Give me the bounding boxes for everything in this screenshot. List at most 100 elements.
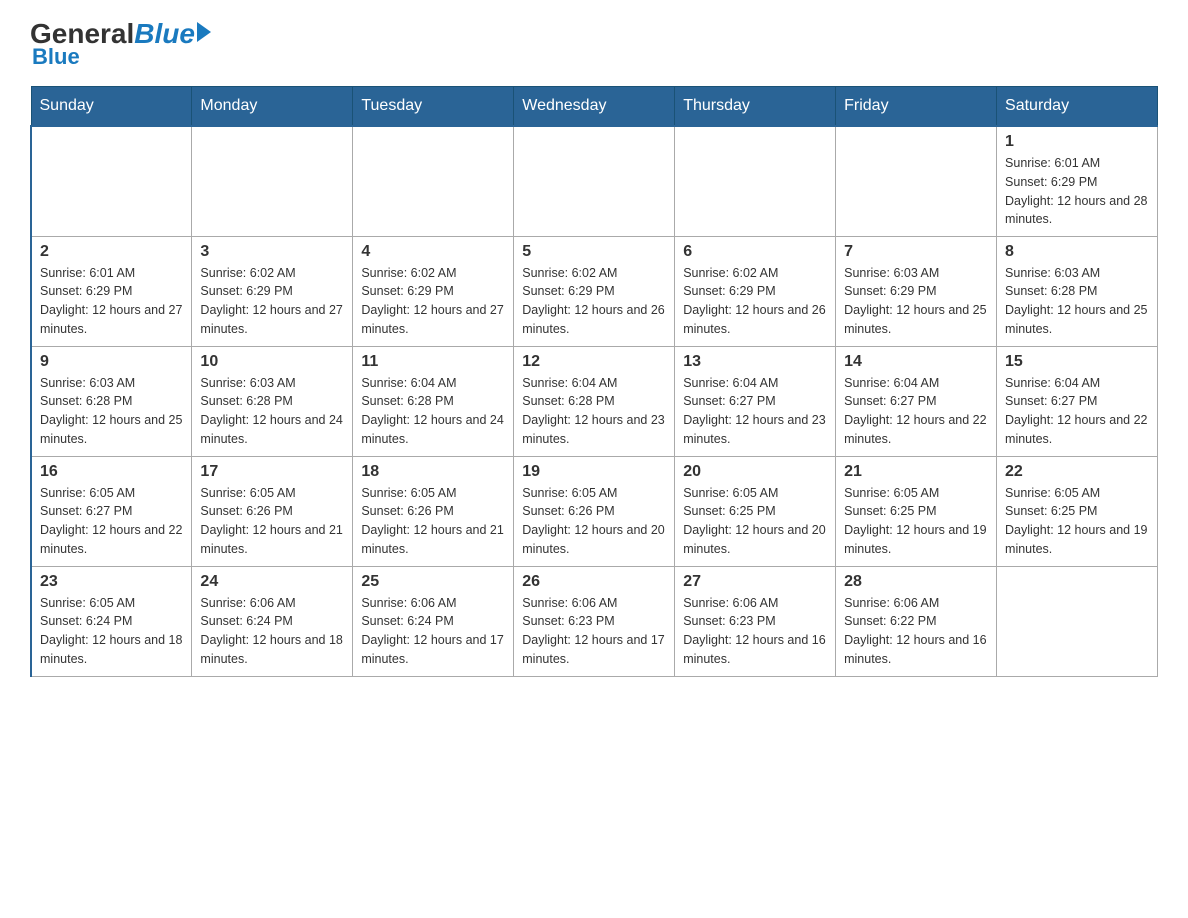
day-info: Sunrise: 6:04 AMSunset: 6:28 PMDaylight:… [522, 374, 666, 449]
calendar-cell [997, 566, 1158, 676]
calendar-cell: 24 Sunrise: 6:06 AMSunset: 6:24 PMDayligh… [192, 566, 353, 676]
calendar-cell: 15 Sunrise: 6:04 AMSunset: 6:27 PMDayligh… [997, 346, 1158, 456]
day-number: 26 [522, 573, 666, 591]
day-info: Sunrise: 6:04 AMSunset: 6:27 PMDaylight:… [1005, 374, 1149, 449]
day-info: Sunrise: 6:02 AMSunset: 6:29 PMDaylight:… [361, 264, 505, 339]
logo-subline: Blue [32, 44, 80, 70]
weekday-header-tuesday: Tuesday [353, 87, 514, 127]
day-number: 13 [683, 353, 827, 371]
calendar-cell: 6 Sunrise: 6:02 AMSunset: 6:29 PMDaylight… [675, 236, 836, 346]
calendar-cell [192, 126, 353, 236]
day-info: Sunrise: 6:01 AMSunset: 6:29 PMDaylight:… [40, 264, 183, 339]
day-info: Sunrise: 6:03 AMSunset: 6:28 PMDaylight:… [40, 374, 183, 449]
calendar-cell: 10 Sunrise: 6:03 AMSunset: 6:28 PMDayligh… [192, 346, 353, 456]
day-info: Sunrise: 6:03 AMSunset: 6:29 PMDaylight:… [844, 264, 988, 339]
day-info: Sunrise: 6:05 AMSunset: 6:25 PMDaylight:… [683, 484, 827, 559]
day-number: 19 [522, 463, 666, 481]
day-number: 8 [1005, 243, 1149, 261]
weekday-header-monday: Monday [192, 87, 353, 127]
calendar-cell: 8 Sunrise: 6:03 AMSunset: 6:28 PMDaylight… [997, 236, 1158, 346]
day-number: 12 [522, 353, 666, 371]
day-number: 10 [200, 353, 344, 371]
page-header: General Blue Blue [30, 20, 1158, 70]
week-row-1: 1 Sunrise: 6:01 AMSunset: 6:29 PMDaylight… [31, 126, 1158, 236]
calendar-cell: 13 Sunrise: 6:04 AMSunset: 6:27 PMDayligh… [675, 346, 836, 456]
week-row-3: 9 Sunrise: 6:03 AMSunset: 6:28 PMDaylight… [31, 346, 1158, 456]
day-number: 18 [361, 463, 505, 481]
calendar-cell: 4 Sunrise: 6:02 AMSunset: 6:29 PMDaylight… [353, 236, 514, 346]
calendar-cell: 14 Sunrise: 6:04 AMSunset: 6:27 PMDayligh… [836, 346, 997, 456]
day-number: 20 [683, 463, 827, 481]
calendar-cell [675, 126, 836, 236]
day-info: Sunrise: 6:05 AMSunset: 6:26 PMDaylight:… [361, 484, 505, 559]
calendar-cell: 23Sunrise: 6:05 AMSunset: 6:24 PMDayligh… [31, 566, 192, 676]
day-number: 1 [1005, 133, 1149, 151]
calendar-table: SundayMondayTuesdayWednesdayThursdayFrid… [30, 86, 1158, 677]
logo: General Blue Blue [30, 20, 211, 70]
day-number: 14 [844, 353, 988, 371]
day-info: Sunrise: 6:04 AMSunset: 6:27 PMDaylight:… [683, 374, 827, 449]
weekday-header-wednesday: Wednesday [514, 87, 675, 127]
logo-arrow-icon [197, 22, 211, 42]
calendar-cell: 21Sunrise: 6:05 AMSunset: 6:25 PMDayligh… [836, 456, 997, 566]
day-number: 28 [844, 573, 988, 591]
day-info: Sunrise: 6:04 AMSunset: 6:28 PMDaylight:… [361, 374, 505, 449]
day-number: 7 [844, 243, 988, 261]
calendar-cell: 26 Sunrise: 6:06 AMSunset: 6:23 PMDayligh… [514, 566, 675, 676]
day-info: Sunrise: 6:02 AMSunset: 6:29 PMDaylight:… [683, 264, 827, 339]
calendar-cell: 17 Sunrise: 6:05 AMSunset: 6:26 PMDayligh… [192, 456, 353, 566]
day-number: 22 [1005, 463, 1149, 481]
day-info: Sunrise: 6:02 AMSunset: 6:29 PMDaylight:… [200, 264, 344, 339]
day-number: 25 [361, 573, 505, 591]
day-number: 16 [40, 463, 183, 481]
day-info: Sunrise: 6:06 AMSunset: 6:23 PMDaylight:… [522, 594, 666, 669]
day-info: Sunrise: 6:05 AMSunset: 6:27 PMDaylight:… [40, 484, 183, 559]
calendar-cell: 2 Sunrise: 6:01 AMSunset: 6:29 PMDaylight… [31, 236, 192, 346]
weekday-header-sunday: Sunday [31, 87, 192, 127]
calendar-cell: 3 Sunrise: 6:02 AMSunset: 6:29 PMDaylight… [192, 236, 353, 346]
calendar-cell [514, 126, 675, 236]
day-number: 17 [200, 463, 344, 481]
day-number: 3 [200, 243, 344, 261]
day-info: Sunrise: 6:06 AMSunset: 6:22 PMDaylight:… [844, 594, 988, 669]
calendar-cell: 5Sunrise: 6:02 AMSunset: 6:29 PMDaylight… [514, 236, 675, 346]
week-row-4: 16 Sunrise: 6:05 AMSunset: 6:27 PMDayligh… [31, 456, 1158, 566]
day-info: Sunrise: 6:06 AMSunset: 6:24 PMDaylight:… [200, 594, 344, 669]
day-info: Sunrise: 6:06 AMSunset: 6:23 PMDaylight:… [683, 594, 827, 669]
day-info: Sunrise: 6:01 AMSunset: 6:29 PMDaylight:… [1005, 154, 1149, 229]
calendar-cell [31, 126, 192, 236]
day-number: 24 [200, 573, 344, 591]
weekday-header-row: SundayMondayTuesdayWednesdayThursdayFrid… [31, 87, 1158, 127]
day-number: 21 [844, 463, 988, 481]
day-info: Sunrise: 6:05 AMSunset: 6:25 PMDaylight:… [1005, 484, 1149, 559]
calendar-cell: 20 Sunrise: 6:05 AMSunset: 6:25 PMDayligh… [675, 456, 836, 566]
day-number: 15 [1005, 353, 1149, 371]
calendar-cell: 28 Sunrise: 6:06 AMSunset: 6:22 PMDayligh… [836, 566, 997, 676]
day-number: 6 [683, 243, 827, 261]
calendar-cell: 7 Sunrise: 6:03 AMSunset: 6:29 PMDaylight… [836, 236, 997, 346]
calendar-cell: 22 Sunrise: 6:05 AMSunset: 6:25 PMDayligh… [997, 456, 1158, 566]
calendar-cell: 12 Sunrise: 6:04 AMSunset: 6:28 PMDayligh… [514, 346, 675, 456]
day-info: Sunrise: 6:05 AMSunset: 6:26 PMDaylight:… [522, 484, 666, 559]
day-number: 9 [40, 353, 183, 371]
day-number: 4 [361, 243, 505, 261]
day-info: Sunrise: 6:04 AMSunset: 6:27 PMDaylight:… [844, 374, 988, 449]
week-row-2: 2 Sunrise: 6:01 AMSunset: 6:29 PMDaylight… [31, 236, 1158, 346]
week-row-5: 23Sunrise: 6:05 AMSunset: 6:24 PMDayligh… [31, 566, 1158, 676]
weekday-header-friday: Friday [836, 87, 997, 127]
calendar-cell: 16 Sunrise: 6:05 AMSunset: 6:27 PMDayligh… [31, 456, 192, 566]
day-info: Sunrise: 6:03 AMSunset: 6:28 PMDaylight:… [200, 374, 344, 449]
day-number: 27 [683, 573, 827, 591]
day-info: Sunrise: 6:05 AMSunset: 6:24 PMDaylight:… [40, 594, 183, 669]
day-number: 2 [40, 243, 183, 261]
calendar-cell: 18 Sunrise: 6:05 AMSunset: 6:26 PMDayligh… [353, 456, 514, 566]
calendar-cell [353, 126, 514, 236]
calendar-cell: 9 Sunrise: 6:03 AMSunset: 6:28 PMDaylight… [31, 346, 192, 456]
logo-blue-text: Blue [134, 20, 195, 48]
day-number: 5 [522, 243, 666, 261]
day-info: Sunrise: 6:05 AMSunset: 6:26 PMDaylight:… [200, 484, 344, 559]
calendar-cell: 1 Sunrise: 6:01 AMSunset: 6:29 PMDaylight… [997, 126, 1158, 236]
weekday-header-saturday: Saturday [997, 87, 1158, 127]
calendar-cell: 25Sunrise: 6:06 AMSunset: 6:24 PMDayligh… [353, 566, 514, 676]
day-info: Sunrise: 6:03 AMSunset: 6:28 PMDaylight:… [1005, 264, 1149, 339]
